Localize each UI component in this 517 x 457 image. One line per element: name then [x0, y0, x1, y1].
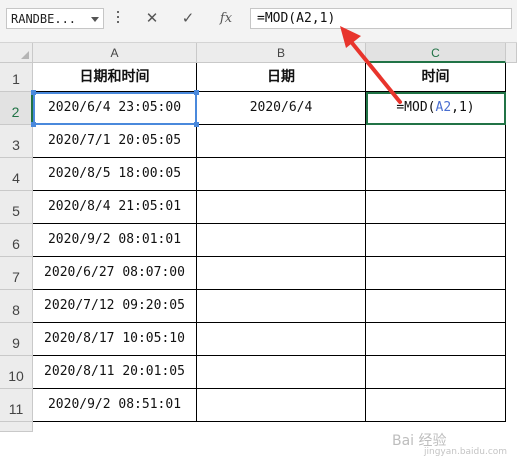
resize-handle[interactable] [31, 122, 36, 127]
select-all-corner[interactable] [0, 43, 33, 63]
cell-c7[interactable] [366, 257, 506, 290]
cell-c10[interactable] [366, 356, 506, 389]
cell-b8[interactable] [197, 290, 366, 323]
resize-handle[interactable] [194, 90, 199, 95]
watermark-url: jingyan.baidu.com [424, 447, 508, 457]
cell-b1[interactable]: 日期 [197, 63, 366, 92]
cell-c8[interactable] [366, 290, 506, 323]
cancel-button[interactable]: ✕ [140, 8, 164, 29]
column-header-c[interactable]: C [366, 43, 506, 63]
row-header-1[interactable]: 1 [0, 63, 33, 92]
column-header-a[interactable]: A [33, 43, 197, 63]
row-header-2[interactable]: 2 [0, 92, 33, 125]
cell-b7[interactable] [197, 257, 366, 290]
formula-suffix: ,1) [451, 100, 475, 115]
cell-a6[interactable]: 2020/9/2 08:01:01 [33, 224, 197, 257]
insert-function-button[interactable]: fx [214, 8, 238, 29]
cell-c11[interactable] [366, 389, 506, 422]
formula-text: =MOD(A2,1) [257, 11, 336, 26]
cell-c2[interactable]: =MOD(A2,1) [366, 92, 506, 125]
fx-icon: fx [219, 11, 233, 26]
cell-a5[interactable]: 2020/8/4 21:05:01 [33, 191, 197, 224]
cell-a8[interactable]: 2020/7/12 09:20:05 [33, 290, 197, 323]
row-header-12[interactable] [0, 422, 33, 432]
row-header-6[interactable]: 6 [0, 224, 33, 257]
check-icon: ✓ [181, 9, 195, 27]
resize-handle[interactable] [31, 90, 36, 95]
row-header-7[interactable]: 7 [0, 257, 33, 290]
cell-a1[interactable]: 日期和时间 [33, 63, 197, 92]
cell-a3[interactable]: 2020/7/1 20:05:05 [33, 125, 197, 158]
enter-button[interactable]: ✓ [176, 8, 200, 29]
cell-a9[interactable]: 2020/8/17 10:05:10 [33, 323, 197, 356]
formula-input[interactable]: =MOD(A2,1) [250, 8, 512, 29]
row-header-10[interactable]: 10 [0, 356, 33, 389]
name-box-value: RANDBE... [11, 12, 77, 26]
cell-a4[interactable]: 2020/8/5 18:00:05 [33, 158, 197, 191]
row-header-4[interactable]: 4 [0, 158, 33, 191]
cell-c1[interactable]: 时间 [366, 63, 506, 92]
spreadsheet-grid: A B C 1 2 3 4 5 6 7 8 9 10 11 日期和时间 日期 时… [0, 43, 517, 457]
cell-c9[interactable] [366, 323, 506, 356]
row-header-11[interactable]: 11 [0, 389, 33, 422]
cell-b10[interactable] [197, 356, 366, 389]
name-box[interactable]: RANDBE... [6, 8, 104, 29]
more-options-icon[interactable] [117, 11, 120, 25]
cell-b9[interactable] [197, 323, 366, 356]
row-header-9[interactable]: 9 [0, 323, 33, 356]
formula-reference: A2 [435, 100, 452, 115]
row-header-8[interactable]: 8 [0, 290, 33, 323]
column-header-d[interactable] [506, 43, 517, 63]
cell-b4[interactable] [197, 158, 366, 191]
cell-c5[interactable] [366, 191, 506, 224]
resize-handle[interactable] [194, 122, 199, 127]
cell-a7[interactable]: 2020/6/27 08:07:00 [33, 257, 197, 290]
cell-b5[interactable] [197, 191, 366, 224]
cell-b2[interactable]: 2020/6/4 [197, 92, 366, 125]
cell-a10[interactable]: 2020/8/11 20:01:05 [33, 356, 197, 389]
cell-b3[interactable] [197, 125, 366, 158]
cell-b11[interactable] [197, 389, 366, 422]
chevron-down-icon[interactable] [91, 17, 99, 22]
column-header-b[interactable]: B [197, 43, 366, 63]
cell-c6[interactable] [366, 224, 506, 257]
row-header-5[interactable]: 5 [0, 191, 33, 224]
cell-a2[interactable]: 2020/6/4 23:05:00 [33, 92, 197, 125]
cell-c4[interactable] [366, 158, 506, 191]
close-icon: ✕ [145, 9, 159, 27]
cell-a11[interactable]: 2020/9/2 08:51:01 [33, 389, 197, 422]
cell-c3[interactable] [366, 125, 506, 158]
row-header-3[interactable]: 3 [0, 125, 33, 158]
formula-prefix: =MOD( [396, 100, 436, 115]
cell-b6[interactable] [197, 224, 366, 257]
formula-bar: RANDBE... ✕ ✓ fx =MOD(A2,1) [0, 0, 517, 43]
